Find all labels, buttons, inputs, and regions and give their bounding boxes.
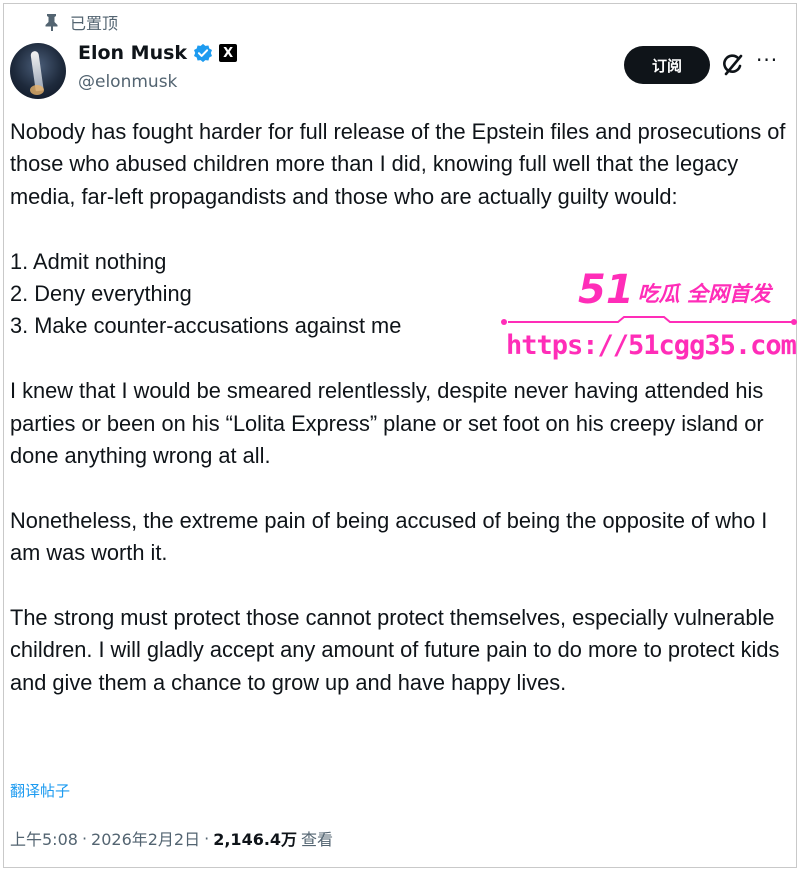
- views-label: 查看: [301, 830, 334, 849]
- post-paragraph: I knew that I would be smeared relentles…: [10, 378, 764, 469]
- views-count: 2,146.4万: [213, 830, 298, 849]
- watermark-slogan: 吃瓜 全网首发: [637, 282, 771, 306]
- post-paragraph: Nobody has fought harder for full releas…: [10, 119, 786, 209]
- post-paragraph: Nonetheless, the extreme pain of being a…: [10, 507, 768, 566]
- post-paragraph: The strong must protect those cannot pro…: [10, 605, 780, 695]
- post-date[interactable]: 2026年2月2日: [91, 826, 200, 850]
- x-logo-icon: X: [219, 44, 238, 62]
- post-list-item: 3. Make counter-accusations against me: [10, 313, 402, 339]
- post-time[interactable]: 上午5:08: [10, 826, 78, 850]
- watermark-circuit-line: [501, 316, 797, 325]
- post-list-item: 1. Admit nothing: [10, 248, 167, 274]
- translate-post-link[interactable]: 翻译帖子: [10, 780, 70, 801]
- watermark: 51 吃瓜 全网首发 https://51cgg35.com: [498, 270, 800, 370]
- watermark-number: 51: [578, 267, 634, 313]
- watermark-brand: 51 吃瓜 全网首发: [578, 270, 771, 310]
- meta-separator: ·: [204, 828, 210, 848]
- avatar-flame: [30, 85, 44, 95]
- author-display-name[interactable]: Elon Musk: [78, 42, 187, 64]
- subscribe-button[interactable]: 订阅: [624, 46, 710, 84]
- pinned-indicator: 已置顶: [44, 10, 118, 34]
- avatar[interactable]: [10, 43, 66, 99]
- verified-badge-icon: [194, 43, 213, 63]
- pinned-label: 已置顶: [70, 14, 119, 33]
- author-handle[interactable]: @elonmusk: [78, 72, 177, 92]
- meta-separator: ·: [81, 828, 88, 848]
- post-meta: 上午5:08 · 2026年2月2日 · 2,146.4万 查看: [10, 826, 333, 850]
- grok-icon[interactable]: [720, 52, 746, 78]
- post-body: Nobody has fought harder for full releas…: [10, 116, 790, 699]
- watermark-url: https://51cgg35.com: [506, 330, 797, 361]
- more-options-button[interactable]: ···: [756, 48, 778, 72]
- pin-icon: [45, 14, 58, 31]
- author-name-row: Elon Musk X: [78, 42, 238, 64]
- post-list-item: 2. Deny everything: [10, 281, 192, 307]
